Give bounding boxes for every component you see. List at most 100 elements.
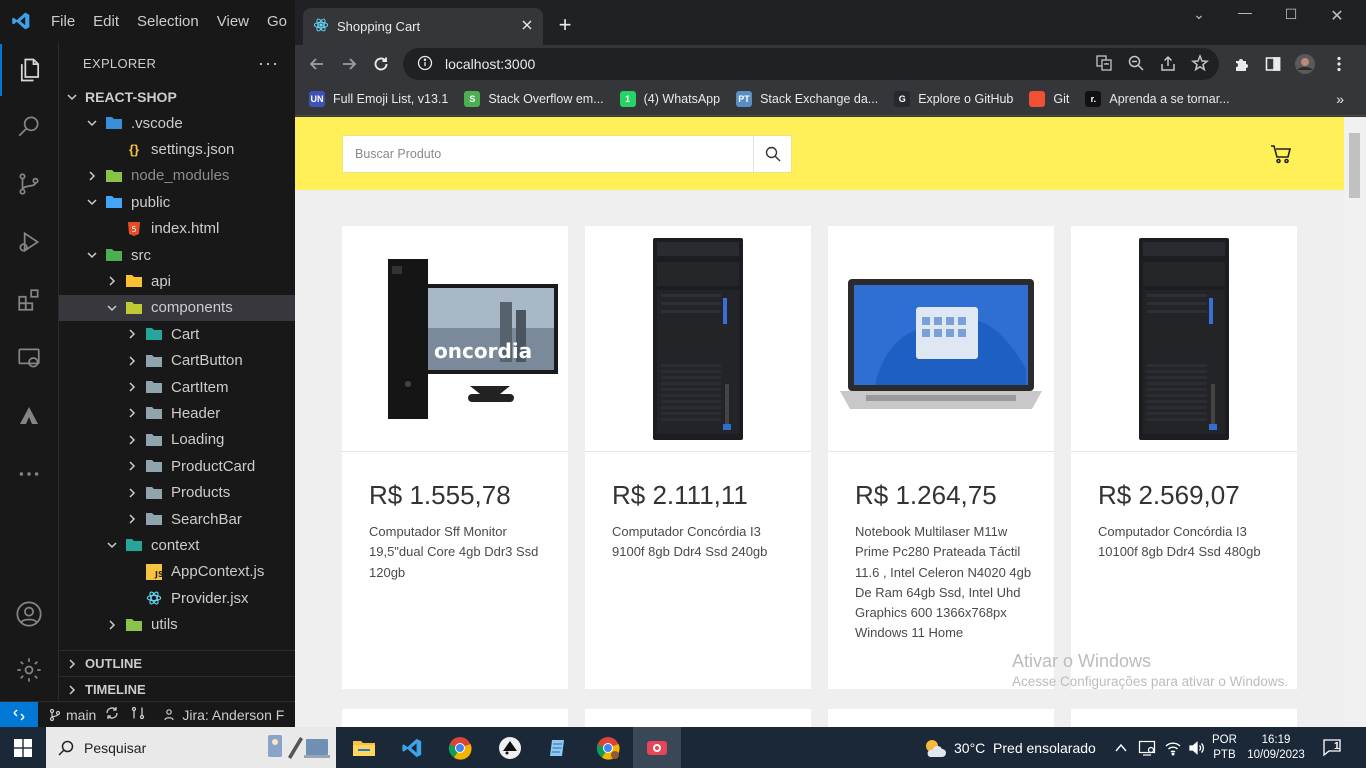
language-indicator[interactable]: POR PTB [1212,727,1237,768]
azure-icon[interactable] [0,390,58,442]
bookmark-item[interactable]: PT Stack Exchange da... [736,91,878,107]
more-icon[interactable] [0,448,58,500]
maximize-icon[interactable]: ☐ [1268,6,1314,23]
product-card[interactable] [585,709,811,727]
chrome-profile-taskbar-icon[interactable] [584,727,632,768]
tree-item[interactable]: ProductCard [59,453,295,479]
tree-item[interactable]: CartButton [59,348,295,374]
tree-item[interactable]: context [59,532,295,558]
scrollbar-thumb[interactable] [1349,133,1360,198]
tree-item[interactable]: SearchBar [59,506,295,532]
address-bar[interactable]: localhost:3000 [403,48,1219,80]
tree-item[interactable]: node_modules [59,163,295,189]
explorer-icon[interactable] [0,44,58,96]
product-card[interactable] [1071,709,1297,727]
tray-app-icon[interactable] [1138,727,1156,768]
chrome-taskbar-icon[interactable] [436,727,484,768]
menu-selection[interactable]: Selection [128,13,208,30]
tree-item[interactable]: Cart [59,321,295,347]
product-card[interactable]: oncordia R$ 1.555,78 Computador Sff Monito… [342,226,568,689]
chrome-menu-icon[interactable] [1327,52,1351,76]
bookmark-item[interactable]: Git [1029,91,1069,107]
tree-item[interactable]: CartItem [59,374,295,400]
source-control-icon[interactable] [0,158,58,210]
vscode-logo-icon[interactable] [0,0,42,42]
tab-shopping-cart[interactable]: Shopping Cart [303,8,543,45]
root-folder[interactable]: REACT-SHOP [59,84,295,110]
tree-item[interactable]: Loading [59,427,295,453]
tree-item[interactable]: .vscode [59,110,295,136]
timeline-section[interactable]: TIMELINE [59,676,295,701]
bookmarks-overflow-icon[interactable]: » [1336,91,1344,107]
taskbar-search[interactable]: Pesquisar [46,727,336,768]
tree-item[interactable]: Products [59,480,295,506]
bookmark-item[interactable]: 1 (4) WhatsApp [619,91,720,107]
bookmark-item[interactable]: r. Aprenda a se tornar... [1085,91,1230,107]
tree-item[interactable]: api [59,268,295,294]
inkscape-taskbar-icon[interactable] [486,727,534,768]
windows-start-icon[interactable] [0,727,46,768]
extensions-puzzle-icon[interactable] [1230,52,1254,76]
explorer-more-icon[interactable]: ··· [258,53,279,74]
menu-edit[interactable]: Edit [84,13,128,30]
tree-item[interactable]: 5 index.html [59,216,295,242]
search-icon[interactable] [0,100,58,152]
tree-item[interactable]: JS AppContext.js [59,559,295,585]
weather-widget[interactable]: 30°C Pred ensolarado [922,727,1096,768]
tree-item[interactable]: src [59,242,295,268]
remote-explorer-icon[interactable] [0,332,58,384]
product-card[interactable]: R$ 1.264,75 Notebook Multilaser M11w Prim… [828,226,1054,689]
tree-item[interactable]: components [59,294,295,321]
product-card[interactable]: R$ 2.569,07 Computador Concórdia I3 10100… [1071,226,1297,689]
remote-indicator-icon[interactable] [0,701,38,728]
outline-section[interactable]: OUTLINE [59,650,295,676]
minimize-icon[interactable]: — [1222,4,1268,20]
wifi-icon[interactable] [1164,727,1182,768]
new-tab-button[interactable]: + [553,14,577,38]
page-scrollbar[interactable] [1344,117,1366,727]
vscode-taskbar-icon[interactable] [388,727,436,768]
bookmark-item[interactable]: UN Full Emoji List, v13.1 [309,91,448,107]
notepad-taskbar-icon[interactable] [534,727,582,768]
tree-item[interactable]: {} settings.json [59,136,295,162]
git-branch[interactable]: main [48,707,96,723]
volume-icon[interactable] [1188,727,1206,768]
tree-item[interactable]: public [59,189,295,215]
info-icon[interactable] [417,55,433,74]
extensions-icon[interactable] [0,274,58,326]
product-card[interactable] [828,709,1054,727]
menu-view[interactable]: View [208,13,258,30]
jira-status[interactable]: Jira: Anderson F [162,707,284,723]
tree-item[interactable]: Provider.jsx [59,585,295,611]
sync-icon[interactable] [104,705,120,724]
screen-recorder-taskbar-icon[interactable] [633,727,681,768]
tree-item[interactable]: utils [59,612,295,638]
close-window-icon[interactable]: ✕ [1314,6,1360,26]
tab-search-icon[interactable]: ⌄ [1176,6,1222,23]
menu-go[interactable]: Go [258,13,287,30]
notification-center-icon[interactable]: 1 [1322,727,1344,768]
side-panel-icon[interactable] [1261,52,1285,76]
share-icon[interactable] [1159,54,1177,75]
file-explorer-icon[interactable] [340,727,388,768]
search-button[interactable] [753,136,791,172]
account-icon[interactable] [0,588,58,640]
settings-gear-icon[interactable] [0,644,58,696]
zoom-icon[interactable] [1127,54,1145,75]
bookmark-star-icon[interactable] [1191,53,1209,75]
bookmark-item[interactable]: S Stack Overflow em... [464,91,604,107]
search-input[interactable] [343,136,753,172]
profile-avatar[interactable] [1293,52,1317,76]
run-debug-icon[interactable] [0,216,58,268]
forward-icon[interactable] [337,52,361,76]
bookmark-item[interactable]: G Explore o GitHub [894,91,1013,107]
tree-item[interactable]: Header [59,400,295,426]
cart-button[interactable] [1268,142,1294,166]
clock[interactable]: 16:19 10/09/2023 [1246,727,1306,768]
tab-close-icon[interactable] [521,19,533,34]
git-compare-icon[interactable] [130,705,146,724]
tray-overflow-icon[interactable] [1114,727,1128,768]
menu-file[interactable]: File [42,13,84,30]
product-card[interactable] [342,709,568,727]
translate-icon[interactable] [1095,54,1113,75]
